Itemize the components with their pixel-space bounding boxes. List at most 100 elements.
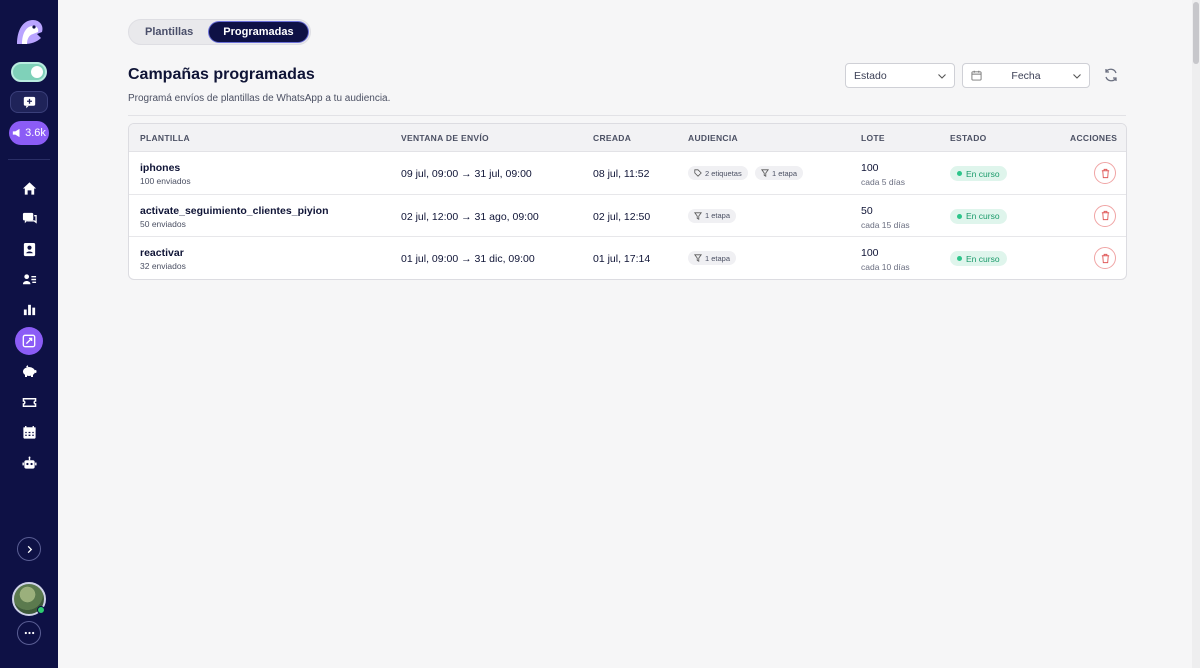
lote-frequency: cada 5 días bbox=[861, 177, 905, 187]
toggle-knob bbox=[31, 66, 43, 78]
created-date: 01 jul, 17:14 bbox=[593, 253, 651, 265]
tag-icon bbox=[694, 169, 702, 177]
refresh-button[interactable] bbox=[1103, 67, 1119, 83]
page-subtitle: Programá envíos de plantillas de WhatsAp… bbox=[128, 93, 391, 104]
stage-chip-label: 1 etapa bbox=[705, 253, 731, 263]
table-row[interactable]: activate_seguimiento_clientes_piyion 50 … bbox=[129, 195, 1126, 237]
chat-icon[interactable] bbox=[18, 207, 40, 229]
main-content: Plantillas Programadas Campañas programa… bbox=[58, 0, 1200, 668]
estado-filter-label: Estado bbox=[854, 69, 887, 82]
tab-programadas[interactable]: Programadas bbox=[209, 22, 308, 42]
status-badge: En curso bbox=[950, 251, 1007, 266]
tab-plantillas[interactable]: Plantillas bbox=[131, 22, 207, 42]
ticket-icon[interactable] bbox=[18, 391, 40, 413]
estado-filter-select[interactable]: Estado bbox=[845, 63, 955, 88]
view-tabs: Plantillas Programadas bbox=[128, 19, 311, 45]
column-header-lote[interactable]: LOTE bbox=[861, 133, 885, 143]
template-name[interactable]: activate_seguimiento_clientes_piyion bbox=[140, 205, 329, 217]
stage-chip: 1 etapa bbox=[755, 166, 804, 180]
header-divider bbox=[128, 115, 1126, 116]
table-row[interactable]: iphones 100 enviados 09 jul, 09:00 → 31 … bbox=[129, 152, 1126, 195]
tags-chip: 2 etiquetas bbox=[688, 166, 748, 180]
scrollbar-thumb[interactable] bbox=[1193, 2, 1199, 64]
sent-count: 100 enviados bbox=[140, 176, 191, 186]
contacts-icon[interactable] bbox=[18, 238, 40, 260]
fecha-filter-select[interactable]: Fecha bbox=[962, 63, 1090, 88]
stage-chip-label: 1 etapa bbox=[772, 168, 798, 178]
status-dot bbox=[957, 171, 962, 176]
column-header-acciones: ACCIONES bbox=[1070, 133, 1118, 143]
column-header-estado[interactable]: ESTADO bbox=[950, 133, 987, 143]
campaigns-icon[interactable] bbox=[15, 327, 43, 355]
inbox-button[interactable] bbox=[10, 91, 48, 113]
status-toggle[interactable] bbox=[11, 62, 47, 82]
delete-button[interactable] bbox=[1094, 247, 1116, 269]
trash-icon bbox=[1101, 168, 1109, 178]
sidebar-divider bbox=[8, 159, 50, 160]
expand-sidebar-button[interactable] bbox=[17, 537, 41, 561]
created-date: 02 jul, 12:50 bbox=[593, 210, 651, 223]
lote-frequency: cada 10 días bbox=[861, 262, 910, 272]
table-header: PLANTILLA VENTANA DE ENVÍO CREADA AUDIEN… bbox=[129, 124, 1126, 152]
online-status-dot bbox=[37, 606, 45, 614]
sent-count: 32 enviados bbox=[140, 261, 186, 271]
page-title: Campañas programadas bbox=[128, 66, 315, 83]
tags-chip-label: 2 etiquetas bbox=[705, 168, 742, 178]
megaphone-icon bbox=[12, 128, 20, 138]
campaigns-table: PLANTILLA VENTANA DE ENVÍO CREADA AUDIEN… bbox=[128, 123, 1127, 280]
stage-chip: 1 etapa bbox=[688, 251, 737, 265]
template-name[interactable]: reactivar bbox=[140, 247, 184, 259]
lote-value: 50 bbox=[861, 204, 873, 217]
trash-icon bbox=[1101, 210, 1109, 221]
sidebar: 3.6k bbox=[0, 0, 58, 668]
home-icon[interactable] bbox=[18, 177, 40, 199]
table-row[interactable]: reactivar 32 enviados 01 jul, 09:00 → 31… bbox=[129, 237, 1126, 279]
chat-add-icon bbox=[23, 96, 35, 108]
ellipsis-icon bbox=[24, 631, 34, 635]
calendar-icon[interactable] bbox=[18, 421, 40, 443]
stage-chip-label: 1 etapa bbox=[705, 211, 731, 220]
lote-frequency: cada 15 días bbox=[861, 219, 910, 230]
filter-icon bbox=[694, 254, 702, 262]
lote-value: 100 bbox=[861, 162, 879, 174]
delete-button[interactable] bbox=[1094, 204, 1116, 227]
piggy-bank-icon[interactable] bbox=[18, 360, 40, 382]
send-window: 09 jul, 09:00 → 31 jul, 09:00 bbox=[401, 168, 532, 180]
audience-count: 3.6k bbox=[25, 127, 46, 139]
user-list-icon[interactable] bbox=[18, 268, 40, 290]
filter-icon bbox=[694, 211, 702, 220]
column-header-ventana[interactable]: VENTANA DE ENVÍO bbox=[401, 133, 489, 143]
chevron-right-icon bbox=[27, 545, 32, 553]
sent-count: 50 enviados bbox=[140, 218, 186, 229]
chevron-down-icon bbox=[938, 74, 946, 79]
status-label: En curso bbox=[966, 168, 1000, 179]
status-badge: En curso bbox=[950, 166, 1007, 181]
trash-icon bbox=[1101, 253, 1109, 263]
chevron-down-icon bbox=[1073, 74, 1081, 79]
delete-button[interactable] bbox=[1094, 162, 1116, 184]
more-options-button[interactable] bbox=[17, 621, 41, 645]
avatar[interactable] bbox=[12, 582, 46, 616]
lote-value: 100 bbox=[861, 247, 879, 259]
stage-chip: 1 etapa bbox=[688, 208, 737, 223]
send-window: 01 jul, 09:00 → 31 dic, 09:00 bbox=[401, 253, 535, 265]
column-header-creada[interactable]: CREADA bbox=[593, 133, 631, 143]
status-dot bbox=[957, 256, 962, 261]
status-dot bbox=[957, 213, 962, 219]
filter-icon bbox=[761, 169, 769, 177]
column-header-audiencia[interactable]: AUDIENCIA bbox=[688, 133, 738, 143]
audience-count-badge[interactable]: 3.6k bbox=[9, 121, 49, 145]
status-label: En curso bbox=[966, 211, 1000, 221]
status-badge: En curso bbox=[950, 208, 1007, 224]
bot-icon[interactable] bbox=[18, 452, 40, 474]
scrollbar[interactable] bbox=[1192, 0, 1200, 668]
calendar-icon bbox=[971, 70, 982, 81]
refresh-icon bbox=[1105, 68, 1117, 82]
send-window: 02 jul, 12:00 → 31 ago, 09:00 bbox=[401, 210, 539, 223]
column-header-plantilla[interactable]: PLANTILLA bbox=[140, 133, 190, 143]
created-date: 08 jul, 11:52 bbox=[593, 168, 650, 180]
fecha-filter-label: Fecha bbox=[1011, 69, 1041, 82]
bar-chart-icon[interactable] bbox=[18, 298, 40, 320]
template-name[interactable]: iphones bbox=[140, 162, 180, 174]
pigeon-logo-icon[interactable] bbox=[13, 18, 45, 46]
